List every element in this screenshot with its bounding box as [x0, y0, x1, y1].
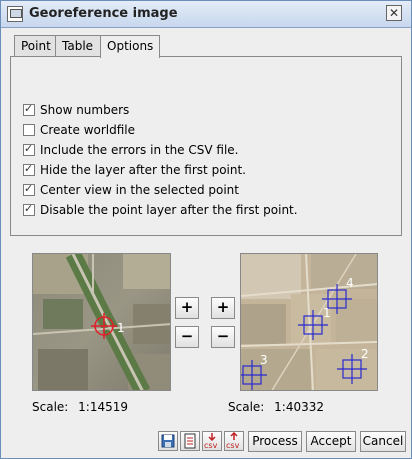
option-label: Show numbers [40, 102, 130, 117]
scale-value: 1:14519 [78, 400, 129, 414]
option-label: Center view in the selected point [40, 182, 239, 197]
csv-text: csv [204, 441, 218, 450]
point-label: 3 [260, 353, 268, 367]
document-icon [184, 433, 196, 449]
title-bar[interactable]: Georeference image ✕ [1, 1, 411, 28]
left-map-view[interactable]: 1 [32, 253, 171, 391]
document-button[interactable] [180, 431, 200, 451]
right-zoom-out-button[interactable]: − [211, 326, 235, 348]
right-scale: Scale: 1:40332 [228, 400, 324, 414]
point-label: 1 [323, 306, 331, 320]
csv-export-button[interactable]: csv [202, 431, 222, 451]
right-zoom-in-button[interactable]: + [211, 297, 235, 319]
tab-table[interactable]: Table [55, 35, 101, 57]
window-title: Georeference image [29, 6, 178, 21]
csv-import-icon: csv [226, 431, 240, 450]
point-label: 2 [361, 347, 369, 361]
option-label: Disable the point layer after the first … [40, 202, 298, 217]
option-label: Include the errors in the CSV file. [40, 142, 239, 157]
scale-value: 1:40332 [274, 400, 325, 414]
close-icon[interactable]: ✕ [386, 5, 402, 21]
csv-export-icon: csv [204, 433, 218, 450]
process-button[interactable]: Process [248, 431, 302, 452]
save-icon [161, 434, 175, 448]
center-view-checkbox[interactable] [23, 182, 35, 196]
cancel-button[interactable]: Cancel [360, 431, 406, 452]
option-disable-point-layer[interactable]: Disable the point layer after the first … [23, 201, 298, 218]
show-numbers-checkbox[interactable] [23, 102, 35, 116]
tab-options[interactable]: Options [100, 35, 160, 58]
window-icon [7, 6, 23, 22]
tab-point[interactable]: Point [14, 35, 56, 57]
option-show-numbers[interactable]: Show numbers [23, 101, 129, 118]
point-label: 4 [346, 276, 354, 290]
csv-text: csv [226, 441, 240, 450]
include-errors-checkbox[interactable] [23, 142, 35, 156]
point-label: 1 [117, 321, 125, 335]
option-include-errors[interactable]: Include the errors in the CSV file. [23, 141, 239, 158]
accept-button[interactable]: Accept [306, 431, 356, 452]
option-create-worldfile[interactable]: Create worldfile [23, 121, 135, 138]
option-label: Hide the layer after the first point. [40, 162, 246, 177]
option-center-view[interactable]: Center view in the selected point [23, 181, 239, 198]
save-button[interactable] [158, 431, 178, 451]
hide-layer-checkbox[interactable] [23, 162, 35, 176]
scale-label: Scale: [32, 400, 69, 414]
georeference-dialog: Georeference image ✕ Point Table Options… [0, 0, 412, 459]
left-scale: Scale: 1:14519 [32, 400, 128, 414]
create-worldfile-checkbox[interactable] [23, 123, 35, 136]
scale-label: Scale: [228, 400, 265, 414]
csv-import-button[interactable]: csv [224, 431, 244, 451]
option-hide-layer[interactable]: Hide the layer after the first point. [23, 161, 246, 178]
options-panel: Show numbers Create worldfile Include th… [10, 56, 402, 236]
disable-point-layer-checkbox[interactable] [23, 202, 35, 216]
option-label: Create worldfile [40, 122, 136, 137]
right-map-view[interactable]: 1 2 3 4 [240, 253, 378, 391]
left-zoom-in-button[interactable]: + [175, 297, 199, 319]
left-zoom-out-button[interactable]: − [175, 326, 199, 348]
